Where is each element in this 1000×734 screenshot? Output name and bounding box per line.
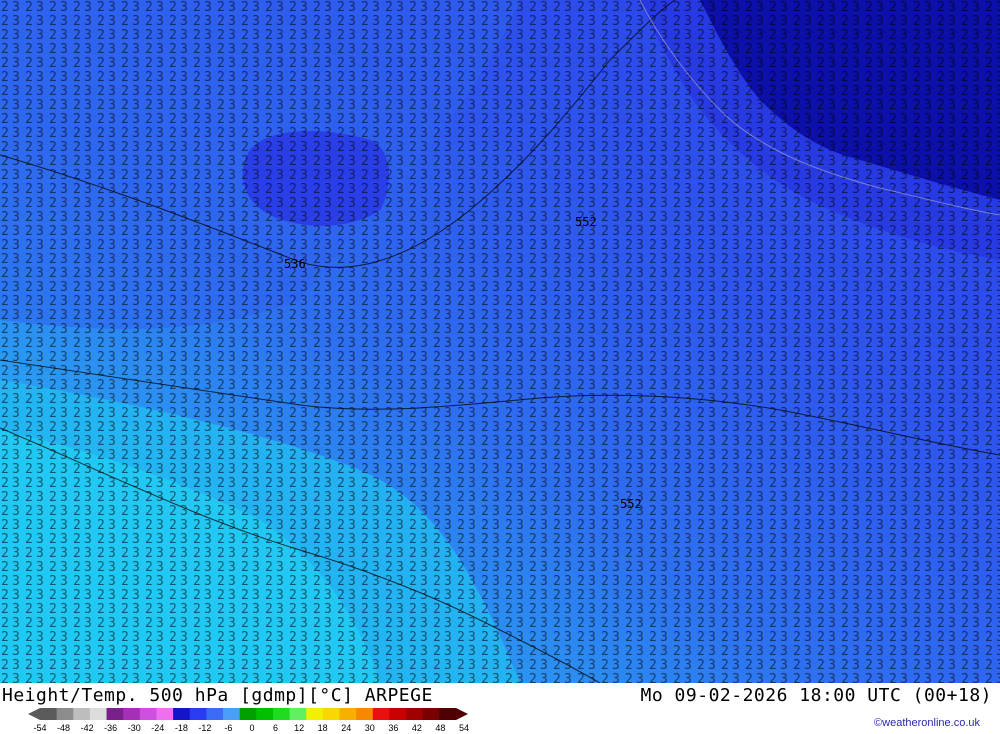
colorbar-segment [173,708,191,720]
colorbar-arrow-low [28,708,40,720]
colorbar-segment [439,708,457,720]
colorbar-segment [372,708,390,720]
colorbar-segment [389,708,407,720]
colorbar-tick-label: 18 [317,723,328,733]
colorbar-tick-label: 30 [364,723,375,733]
colorbar-tick-label: 42 [411,723,422,733]
forecast-datetime: Mo 09-02-2026 18:00 UTC (00+18) [640,685,992,706]
colorbar-segment [156,708,174,720]
colorbar-tick-label: -24 [151,723,165,733]
colorbar-segment [206,708,224,720]
colorbar-tick-label: 48 [435,723,446,733]
colorbar-segment [339,708,357,720]
colorbar-segment [89,708,108,720]
colorbar-segment [139,708,157,720]
temperature-labels-texture [0,0,1000,683]
colorbar-tick-label: 6 [273,723,279,733]
colorbar-segment [239,708,257,720]
credit-link[interactable]: ©weatheronline.co.uk [874,717,980,729]
contour-label-upper: 536 [284,257,306,271]
colorbar-segment [406,708,424,720]
contour-label-lower: 552 [620,497,642,511]
colorbar-arrow-high [456,708,468,720]
colorbar-segment [73,708,91,720]
map-footer: Height/Temp. 500 hPa [gdmp][°C] ARPEGE M… [0,683,1000,733]
colorbar-segment [356,708,374,720]
colorbar-segment [189,708,207,720]
colorbar-segment [422,708,440,720]
colorbar-tick-label: -42 [80,723,94,733]
colorbar-ticks: -54 -48 -42 -36 -30 -24 -18 -12 -6 0 6 12 18 24 30 36 42… [30,723,470,734]
weather-map: 2 3 536 552 552 [0,0,1000,683]
colorbar-tick-label: -54 [33,723,47,733]
colorbar-tick-label: 54 [458,723,470,733]
colorbar-tick-label: 24 [341,723,352,733]
colorbar-tick-label: -36 [104,723,118,733]
colorbar-segment [289,708,307,720]
colorbar-tick-label: 36 [388,723,399,733]
map-title: Height/Temp. 500 hPa [gdmp][°C] ARPEGE [2,685,433,706]
colorbar-segment [256,708,274,720]
colorbar-tick-label: 12 [294,723,305,733]
colorbar-segment [322,708,341,720]
colorbar-tick-label: -18 [174,723,188,733]
colorbar-segment [272,708,291,720]
temperature-colorbar [28,708,468,720]
colorbar-tick-label: -48 [57,723,71,733]
colorbar-segment [106,708,124,720]
colorbar-segment [306,708,324,720]
colorbar-tick-label: 0 [249,723,255,733]
colorbar-tick-label: -12 [198,723,212,733]
colorbar-segment [223,708,241,720]
colorbar-tick-label: -30 [127,723,141,733]
colorbar-segment [56,708,74,720]
colorbar-segment [123,708,141,720]
contour-label-center: 552 [575,215,597,229]
colorbar-segment [40,708,58,720]
colorbar-tick-label: -6 [224,723,233,733]
